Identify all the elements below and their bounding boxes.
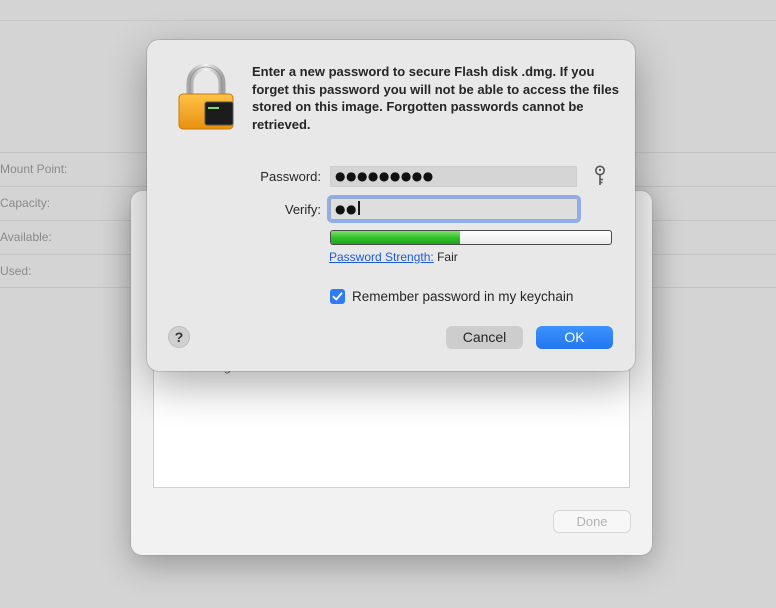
- password-value: ●●●●●●●●●: [335, 169, 434, 183]
- log-area: Unmounting “Flash disk”: [153, 360, 630, 488]
- strength-fill: [331, 231, 460, 244]
- verify-field[interactable]: ●●: [327, 195, 581, 223]
- password-strength-link[interactable]: Password Strength:: [329, 250, 434, 264]
- cancel-button[interactable]: Cancel: [446, 326, 523, 349]
- password-strength-meter: [330, 230, 612, 245]
- window-top-divider: [0, 20, 776, 21]
- help-button[interactable]: ?: [168, 326, 190, 348]
- info-label: Capacity:: [0, 196, 51, 210]
- dialog-message: Enter a new password to secure Flash dis…: [252, 64, 619, 132]
- info-label: Used:: [0, 264, 32, 278]
- password-field[interactable]: ●●●●●●●●●: [330, 166, 577, 187]
- info-label: Mount Point:: [0, 162, 68, 176]
- remember-keychain-label[interactable]: Remember password in my keychain: [352, 289, 573, 304]
- password-dialog: Enter a new password to secure Flash dis…: [147, 40, 635, 371]
- lock-icon: [178, 64, 234, 130]
- strength-value: Fair: [437, 250, 458, 264]
- password-label: Password:: [260, 169, 321, 184]
- ok-button[interactable]: OK: [536, 326, 613, 349]
- remember-keychain-checkbox[interactable]: [330, 289, 345, 304]
- key-icon[interactable]: [593, 165, 607, 187]
- verify-value: ●●: [335, 202, 357, 216]
- text-caret: [357, 201, 360, 215]
- info-label: Available:: [0, 230, 52, 244]
- done-button[interactable]: Done: [553, 510, 631, 533]
- verify-label: Verify:: [284, 202, 321, 217]
- strength-row: Password Strength: Fair: [329, 250, 458, 264]
- checkmark-icon: [332, 292, 343, 301]
